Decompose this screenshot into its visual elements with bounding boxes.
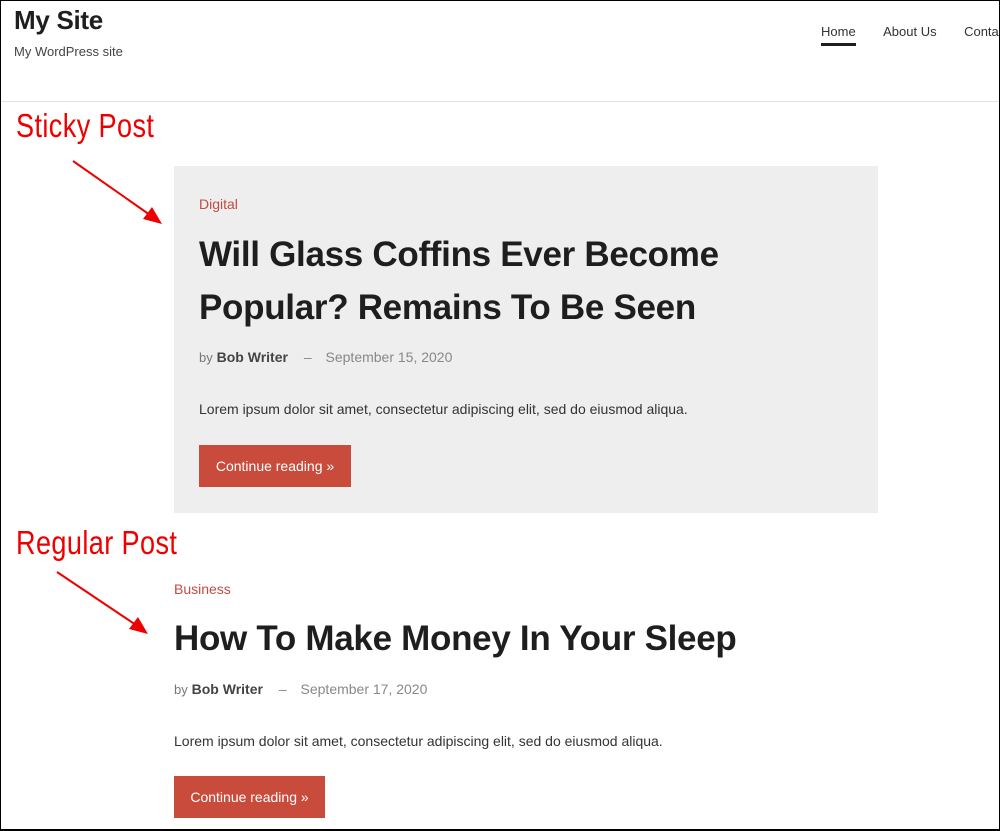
site-title[interactable]: My Site <box>14 5 103 36</box>
arrow-to-regular-post-icon <box>56 571 148 634</box>
continue-reading-button[interactable]: Continue reading » <box>199 445 351 487</box>
post-title[interactable]: Will Glass Coffins Ever Become Popular? … <box>199 228 719 334</box>
regular-post: Business How To Make Money In Your Sleep… <box>174 575 878 830</box>
post-category[interactable]: Business <box>174 581 231 597</box>
post-byline-prefix: by <box>174 682 188 697</box>
nav-item-about-us[interactable]: About Us <box>883 24 936 45</box>
annotation-sticky-post: Sticky Post <box>16 107 155 144</box>
continue-reading-button[interactable]: Continue reading » <box>174 776 325 818</box>
primary-nav: Home About Us Contact <box>821 23 1000 46</box>
post-author[interactable]: Bob Writer <box>192 681 263 697</box>
post-meta: by Bob Writer – September 15, 2020 <box>199 349 452 365</box>
post-title[interactable]: How To Make Money In Your Sleep <box>174 612 737 665</box>
post-byline-prefix: by <box>199 350 213 365</box>
arrow-to-sticky-post-icon <box>72 160 162 224</box>
post-author[interactable]: Bob Writer <box>217 349 288 365</box>
post-meta: by Bob Writer – September 17, 2020 <box>174 681 427 697</box>
site-header: My Site My WordPress site Home About Us … <box>0 0 1000 102</box>
nav-item-home[interactable]: Home <box>821 24 856 46</box>
site-tagline: My WordPress site <box>14 44 123 59</box>
sticky-post: Digital Will Glass Coffins Ever Become P… <box>174 166 878 513</box>
annotation-regular-post: Regular Post <box>16 524 178 561</box>
post-excerpt: Lorem ipsum dolor sit amet, consectetur … <box>174 733 663 749</box>
post-category[interactable]: Digital <box>199 196 238 212</box>
post-meta-separator: – <box>303 349 312 365</box>
post-excerpt: Lorem ipsum dolor sit amet, consectetur … <box>199 401 688 417</box>
post-date[interactable]: September 15, 2020 <box>326 349 453 365</box>
post-meta-separator: – <box>278 681 287 697</box>
post-date[interactable]: September 17, 2020 <box>301 681 428 697</box>
post-title-line-1[interactable]: Will Glass Coffins Ever Become <box>199 235 719 274</box>
nav-item-contact[interactable]: Contact <box>964 24 1000 45</box>
post-title-line-2[interactable]: Popular? Remains To Be Seen <box>199 288 696 327</box>
